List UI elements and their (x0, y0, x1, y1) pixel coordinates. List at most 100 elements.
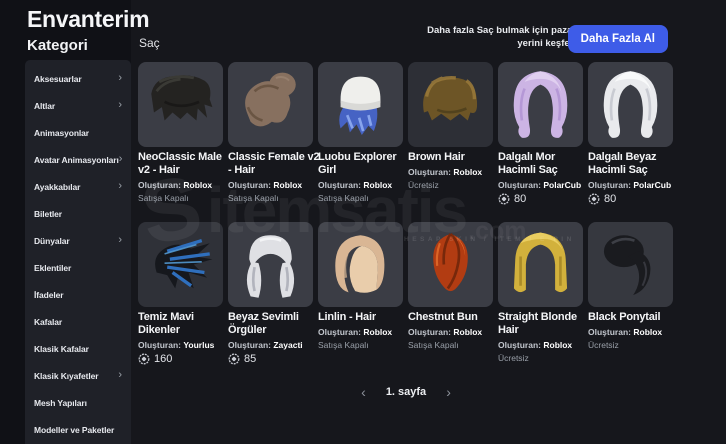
item-thumbnail[interactable] (318, 222, 403, 307)
creator-label: Oluşturan: (408, 327, 451, 338)
sidebar-item[interactable]: Klasik Kafalar › (25, 335, 131, 362)
item-status: Satışa Kapalı (138, 193, 189, 204)
item-thumbnail[interactable] (228, 222, 313, 307)
item-title[interactable]: Beyaz Sevimli Örgüler (228, 311, 324, 337)
item-card[interactable]: Dalgalı Beyaz Hacimli Saç Oluşturan: Pol… (588, 62, 673, 209)
item-card[interactable]: Temiz Mavi Dikenler Oluşturan: Yourlus 1… (138, 222, 223, 369)
category-heading: Kategori (27, 37, 88, 54)
robux-icon (588, 193, 600, 205)
item-card[interactable]: Dalgalı Mor Hacimli Saç Oluşturan: Polar… (498, 62, 583, 209)
item-status: Satışa Kapalı (318, 340, 369, 351)
sidebar-item[interactable]: Mesh Yapıları › (25, 389, 131, 416)
next-page-icon[interactable]: › (446, 385, 451, 399)
item-title[interactable]: Classic Female v2 - Hair (228, 151, 324, 177)
creator-label: Oluşturan: (408, 167, 451, 178)
creator-name[interactable]: Yourlus (183, 340, 214, 350)
promo-line1: Daha fazla Saç bulmak için pazar (427, 25, 576, 36)
sidebar-item-label: Eklentiler (34, 262, 72, 273)
sidebar-item[interactable]: Kafalar › (25, 308, 131, 335)
item-card[interactable]: Beyaz Sevimli Örgüler Oluşturan: Zayacti… (228, 222, 313, 369)
prev-page-icon[interactable]: ‹ (361, 385, 366, 399)
price-value: 80 (604, 193, 617, 206)
creator-name[interactable]: Roblox (633, 327, 662, 337)
item-creator: Oluşturan: Roblox (228, 180, 324, 190)
sidebar-item[interactable]: Eklentiler › (25, 254, 131, 281)
item-card[interactable]: Straight Blonde Hair Oluşturan: Roblox Ü… (498, 222, 583, 369)
item-thumbnail[interactable] (588, 222, 673, 307)
item-title[interactable]: Straight Blonde Hair (498, 311, 594, 337)
item-title[interactable]: Dalgalı Mor Hacimli Saç (498, 151, 594, 177)
sidebar-item[interactable]: Aksesuarlar › (25, 65, 131, 92)
item-title[interactable]: NeoClassic Male v2 - Hair (138, 151, 234, 177)
item-creator: Oluşturan: Roblox (498, 340, 594, 350)
sidebar-item[interactable]: Modeller ve Paketler › (25, 416, 131, 443)
sidebar-item[interactable]: Biletler › (25, 200, 131, 227)
item-price: 80 (588, 193, 673, 205)
sidebar-item-label: Ayakkabılar (34, 181, 81, 192)
item-title[interactable]: Linlin - Hair (318, 311, 414, 324)
creator-name[interactable]: Roblox (183, 180, 212, 190)
sidebar-item-label: Klasik Kıyafetler (34, 370, 99, 381)
item-title[interactable]: Chestnut Bun (408, 311, 504, 324)
buy-more-button[interactable]: Daha Fazla Al (567, 25, 668, 53)
robux-icon (498, 193, 510, 205)
creator-name[interactable]: PolarCub (543, 180, 581, 190)
creator-label: Oluşturan: (498, 180, 541, 191)
item-card[interactable]: NeoClassic Male v2 - Hair Oluşturan: Rob… (138, 62, 223, 209)
item-title[interactable]: Temiz Mavi Dikenler (138, 311, 234, 337)
item-card[interactable]: Classic Female v2 - Hair Oluşturan: Robl… (228, 62, 320, 209)
creator-name[interactable]: Roblox (453, 167, 482, 177)
sidebar-item[interactable]: Animasyonlar › (25, 119, 131, 146)
item-thumbnail[interactable] (138, 62, 223, 147)
sidebar-item[interactable]: İfadeler › (25, 281, 131, 308)
item-status: Satışa Kapalı (318, 193, 369, 204)
creator-name[interactable]: Roblox (543, 340, 572, 350)
chevron-right-icon: › (118, 72, 122, 84)
sidebar-item-label: Kafalar (34, 316, 63, 327)
main-content: Saç Daha fazla Saç bulmak için pazar yer… (138, 0, 674, 444)
creator-name[interactable]: Roblox (363, 327, 392, 337)
page-title: Envanterim (27, 6, 150, 32)
item-card[interactable]: Linlin - Hair Oluşturan: Roblox Satışa K… (318, 222, 403, 369)
pagination: ‹ 1. sayfa › (138, 385, 674, 399)
item-card[interactable]: Chestnut Bun Oluşturan: Roblox Satışa Ka… (408, 222, 493, 369)
item-card[interactable]: Brown Hair Oluşturan: Roblox Ücretsiz (408, 62, 493, 209)
item-status: Ücretsiz (408, 180, 439, 191)
item-price: 85 (228, 353, 313, 365)
item-creator: Oluşturan: Roblox (318, 180, 414, 190)
creator-name[interactable]: Roblox (273, 180, 302, 190)
creator-name[interactable]: Zayacti (273, 340, 302, 350)
sidebar-item[interactable]: Avatar Animasyonları › (25, 146, 131, 173)
item-thumbnail[interactable] (318, 62, 403, 147)
creator-label: Oluşturan: (228, 180, 271, 191)
item-thumbnail[interactable] (408, 62, 493, 147)
item-creator: Oluşturan: Roblox (408, 167, 504, 177)
item-title[interactable]: Luobu Explorer Girl (318, 151, 414, 177)
creator-name[interactable]: Roblox (363, 180, 392, 190)
item-thumbnail[interactable] (498, 222, 583, 307)
item-card[interactable]: Black Ponytail Oluşturan: Roblox Ücretsi… (588, 222, 673, 369)
item-thumbnail[interactable] (138, 222, 223, 307)
creator-name[interactable]: Roblox (453, 327, 482, 337)
item-thumbnail[interactable] (228, 62, 313, 147)
item-title[interactable]: Black Ponytail (588, 311, 684, 324)
item-status: Satışa Kapalı (408, 340, 459, 351)
item-status: Ücretsiz (588, 340, 619, 351)
item-thumbnail[interactable] (498, 62, 583, 147)
creator-label: Oluşturan: (138, 180, 181, 191)
sidebar-item[interactable]: Dünyalar › (25, 227, 131, 254)
sidebar-item-label: Biletler (34, 208, 63, 219)
item-title[interactable]: Dalgalı Beyaz Hacimli Saç (588, 151, 684, 177)
item-title[interactable]: Brown Hair (408, 151, 504, 164)
item-thumbnail[interactable] (588, 62, 673, 147)
item-thumbnail[interactable] (408, 222, 493, 307)
sidebar-item[interactable]: Ayakkabılar › (25, 173, 131, 200)
sidebar-item-label: Modeller ve Paketler (34, 424, 115, 435)
sidebar-item[interactable]: Klasik Kıyafetler › (25, 362, 131, 389)
creator-label: Oluşturan: (318, 180, 361, 191)
item-card[interactable]: Luobu Explorer Girl Oluşturan: Roblox Sa… (318, 62, 403, 209)
creator-name[interactable]: PolarCub (633, 180, 671, 190)
sidebar-item[interactable]: Altlar › (25, 92, 131, 119)
sidebar-item-label: Aksesuarlar (34, 73, 82, 84)
price-value: 160 (154, 353, 173, 366)
